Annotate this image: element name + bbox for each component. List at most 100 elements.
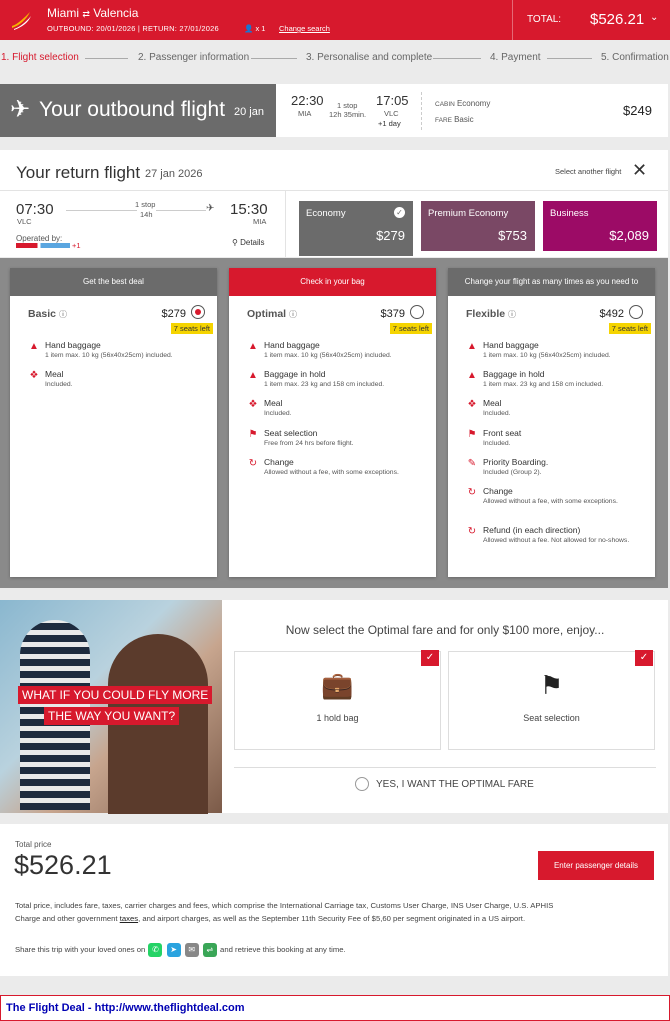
fare-name: Basic ⓘ bbox=[28, 308, 67, 320]
outbound-duration: 12h 35min. bbox=[329, 110, 367, 119]
share-icon[interactable]: ⇌ bbox=[202, 943, 217, 957]
bag-icon: ▲ bbox=[248, 370, 258, 381]
step-payment: 4. Payment bbox=[490, 52, 541, 63]
feature-desc: 1 item max. 10 kg (56x40x25cm) included. bbox=[45, 352, 173, 359]
feature-title: Change bbox=[483, 486, 513, 496]
seat-icon: ⚑ bbox=[467, 429, 477, 440]
total-price-label: Total price bbox=[15, 840, 52, 849]
seat-icon: ⚑ bbox=[248, 429, 258, 440]
bag-icon: ▲ bbox=[29, 341, 39, 352]
feature-title: Front seat bbox=[483, 428, 522, 438]
return-arr-time: 15:30 bbox=[230, 201, 268, 218]
check-icon: ✓ bbox=[635, 650, 653, 666]
chevron-down-icon[interactable]: ⌄ bbox=[650, 12, 658, 23]
feature-desc: Free from 24 hrs before flight. bbox=[264, 440, 354, 447]
feature-title: Baggage in hold bbox=[264, 369, 326, 379]
feature-desc: Included. bbox=[483, 410, 511, 417]
total-price-value: $526.21 bbox=[14, 850, 112, 880]
footer-credit[interactable]: The Flight Deal - http://www.theflightde… bbox=[0, 995, 670, 1021]
yes-optimal-label[interactable]: YES, I WANT THE OPTIMAL FARE bbox=[376, 779, 534, 790]
share-row: Share this trip with your loved ones on … bbox=[15, 943, 346, 957]
top-header: Miami ⇄ Valencia OUTBOUND: 20/01/2026 | … bbox=[0, 0, 670, 40]
telegram-icon[interactable]: ➤ bbox=[166, 943, 181, 957]
fare-info: FARE Basic bbox=[435, 115, 474, 124]
operator-extra: +1 bbox=[72, 241, 81, 250]
fare-header: Get the best deal bbox=[10, 268, 217, 296]
fare-header: Check in your bag bbox=[229, 268, 436, 296]
promo-hold-bag: ✓ 💼 1 hold bag bbox=[234, 650, 441, 750]
bag-icon: ▲ bbox=[248, 341, 258, 352]
fare-card-flexible[interactable]: Change your flight as many times as you … bbox=[448, 268, 655, 577]
feature-title: Hand baggage bbox=[264, 340, 320, 350]
feature-title: Hand baggage bbox=[483, 340, 539, 350]
fare-radio[interactable] bbox=[629, 305, 643, 319]
feature-title: Meal bbox=[264, 398, 283, 408]
step-personalise: 3. Personalise and complete bbox=[306, 52, 433, 63]
feature-desc: 1 item max. 23 kg and 158 cm included. bbox=[264, 381, 385, 388]
change-icon: ↻ bbox=[467, 487, 477, 498]
total-label: TOTAL: bbox=[527, 14, 562, 25]
feature-title: Baggage in hold bbox=[483, 369, 545, 379]
feature-desc: 1 item max. 23 kg and 158 cm included. bbox=[483, 381, 604, 388]
fare-name: Optimal ⓘ bbox=[247, 308, 298, 320]
selected-tab-pointer bbox=[299, 251, 413, 256]
operated-by-label: Operated by: bbox=[16, 234, 63, 243]
close-icon[interactable]: ✕ bbox=[632, 160, 647, 181]
fare-card-basic[interactable]: Get the best deal Basic ⓘ $279 7 seats left… bbox=[10, 268, 217, 577]
outbound-title: Your outbound flight bbox=[39, 98, 226, 121]
outbound-title-block: ✈ Your outbound flight 20 jan bbox=[0, 84, 276, 137]
details-link[interactable]: ⚲ Details bbox=[232, 238, 265, 247]
feature-desc: 1 item max. 10 kg (56x40x25cm) included. bbox=[483, 352, 611, 359]
fare-radio[interactable] bbox=[410, 305, 424, 319]
feature-title: Seat selection bbox=[264, 428, 318, 438]
feature-desc: Allowed without a fee. Not allowed for n… bbox=[483, 537, 630, 544]
cabin-business[interactable]: Business $2,089 bbox=[543, 201, 657, 251]
select-another-flight-link[interactable]: Select another flight bbox=[555, 167, 621, 176]
route-title: Miami ⇄ Valencia bbox=[47, 6, 139, 20]
meal-icon: ❖ bbox=[467, 399, 477, 410]
outbound-divider bbox=[421, 92, 422, 130]
bag-icon: ▲ bbox=[467, 341, 477, 352]
promo-hold-bag-label: 1 hold bag bbox=[316, 713, 359, 723]
fare-card-optimal[interactable]: Check in your bag Optimal ⓘ $379 7 seats le… bbox=[229, 268, 436, 577]
outbound-dep-time: 22:30 bbox=[291, 93, 324, 108]
bag-icon: ▲ bbox=[467, 370, 477, 381]
change-search-link[interactable]: Change search bbox=[279, 24, 330, 33]
step-divider bbox=[251, 58, 297, 59]
fare-header: Change your flight as many times as you … bbox=[448, 268, 655, 296]
taxes-link[interactable]: taxes bbox=[120, 914, 138, 923]
step-divider bbox=[85, 58, 128, 59]
feature-desc: Included. bbox=[483, 440, 511, 447]
outbound-arr-code: VLC bbox=[384, 109, 399, 118]
step-divider bbox=[433, 58, 481, 59]
plane-icon: ✈ bbox=[206, 203, 215, 214]
outbound-date: 20 jan bbox=[234, 106, 264, 118]
airline-logo-icon[interactable] bbox=[10, 10, 32, 30]
feature-title: Priority Boarding. bbox=[483, 457, 549, 467]
fare-radio[interactable] bbox=[191, 305, 205, 319]
cabin-economy[interactable]: Economy ✓ $279 bbox=[299, 201, 413, 251]
outbound-price: $249 bbox=[623, 103, 652, 118]
whatsapp-icon[interactable]: ✆ bbox=[148, 943, 163, 957]
return-stops: 1 stop bbox=[132, 200, 159, 209]
promo-banner-line1: WHAT IF YOU COULD FLY MORE bbox=[18, 686, 213, 704]
cabin-premium-economy[interactable]: Premium Economy $753 bbox=[421, 201, 535, 251]
feature-desc: Allowed without a fee, with some excepti… bbox=[483, 498, 618, 505]
header-divider bbox=[512, 0, 513, 40]
passenger-count: 👤 x 1 bbox=[244, 24, 266, 33]
total-fine-print-1: Total price, includes fare, taxes, carri… bbox=[15, 901, 554, 910]
yes-optimal-radio[interactable] bbox=[355, 777, 369, 791]
return-arr-code: MIA bbox=[253, 217, 267, 226]
return-vertical-divider bbox=[285, 191, 286, 257]
outbound-arr-time: 17:05 bbox=[376, 93, 409, 108]
feature-desc: Included. bbox=[45, 381, 73, 388]
fare-price: $492 bbox=[599, 308, 624, 320]
outbound-summary[interactable]: ✈ Your outbound flight 20 jan 22:30 MIA … bbox=[0, 84, 668, 137]
route-line bbox=[66, 210, 206, 211]
total-value[interactable]: $526.21 bbox=[590, 11, 644, 28]
feature-desc: Included. bbox=[264, 410, 292, 417]
enter-passenger-details-button[interactable]: Enter passenger details bbox=[538, 851, 654, 880]
feature-desc: Allowed without a fee, with some excepti… bbox=[264, 469, 399, 476]
email-icon[interactable]: ✉ bbox=[184, 943, 199, 957]
suitcase-icon: 💼 bbox=[321, 670, 354, 700]
